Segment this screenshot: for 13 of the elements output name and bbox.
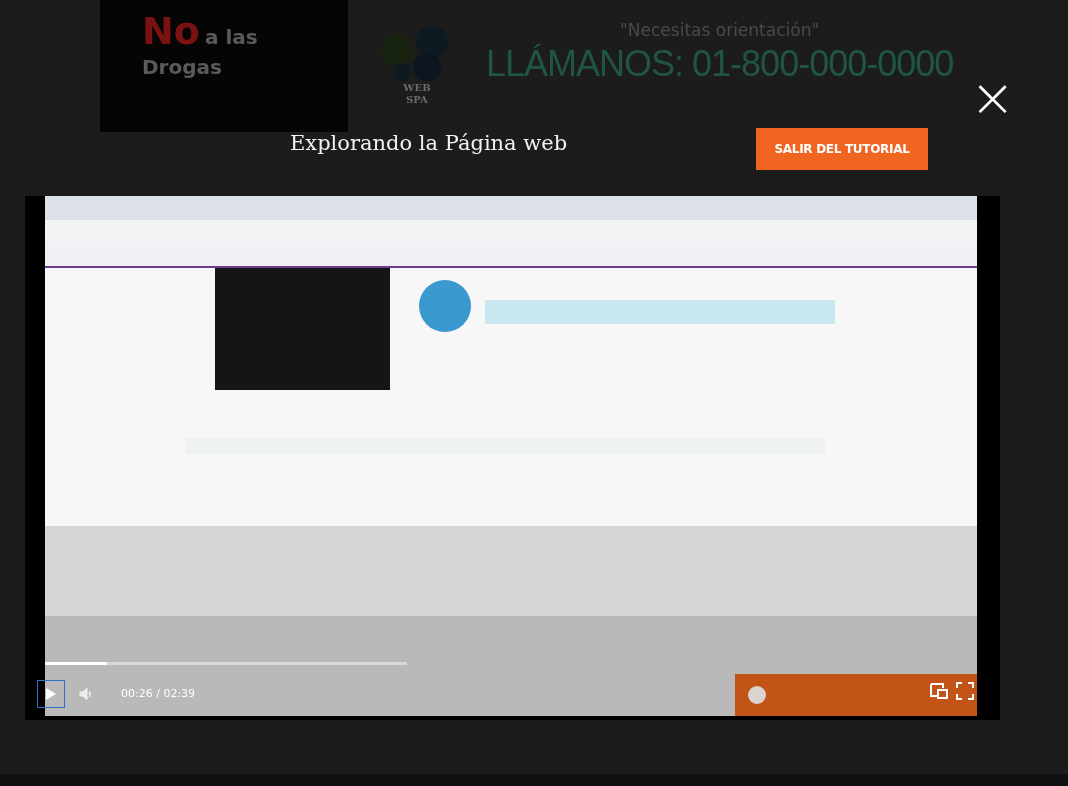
fullscreen-icon[interactable] (956, 682, 974, 700)
play-icon (45, 687, 57, 701)
picture-in-picture-icon[interactable] (930, 683, 948, 699)
logo-text: Drogas (142, 54, 223, 81)
logo-text: No (142, 9, 200, 53)
tutorial-title: Explorando la Página web (290, 130, 568, 157)
logo-caption: SPA (406, 94, 428, 106)
play-button[interactable] (37, 680, 65, 708)
logo-text: a las (205, 25, 258, 49)
logo-caption: WEB (403, 82, 431, 94)
phone-number: LLÁMANOS: 01-800-000-0000 (486, 43, 954, 84)
video-time: 00:26 / 02:39 (121, 685, 196, 702)
close-button[interactable]: × (970, 76, 1014, 120)
